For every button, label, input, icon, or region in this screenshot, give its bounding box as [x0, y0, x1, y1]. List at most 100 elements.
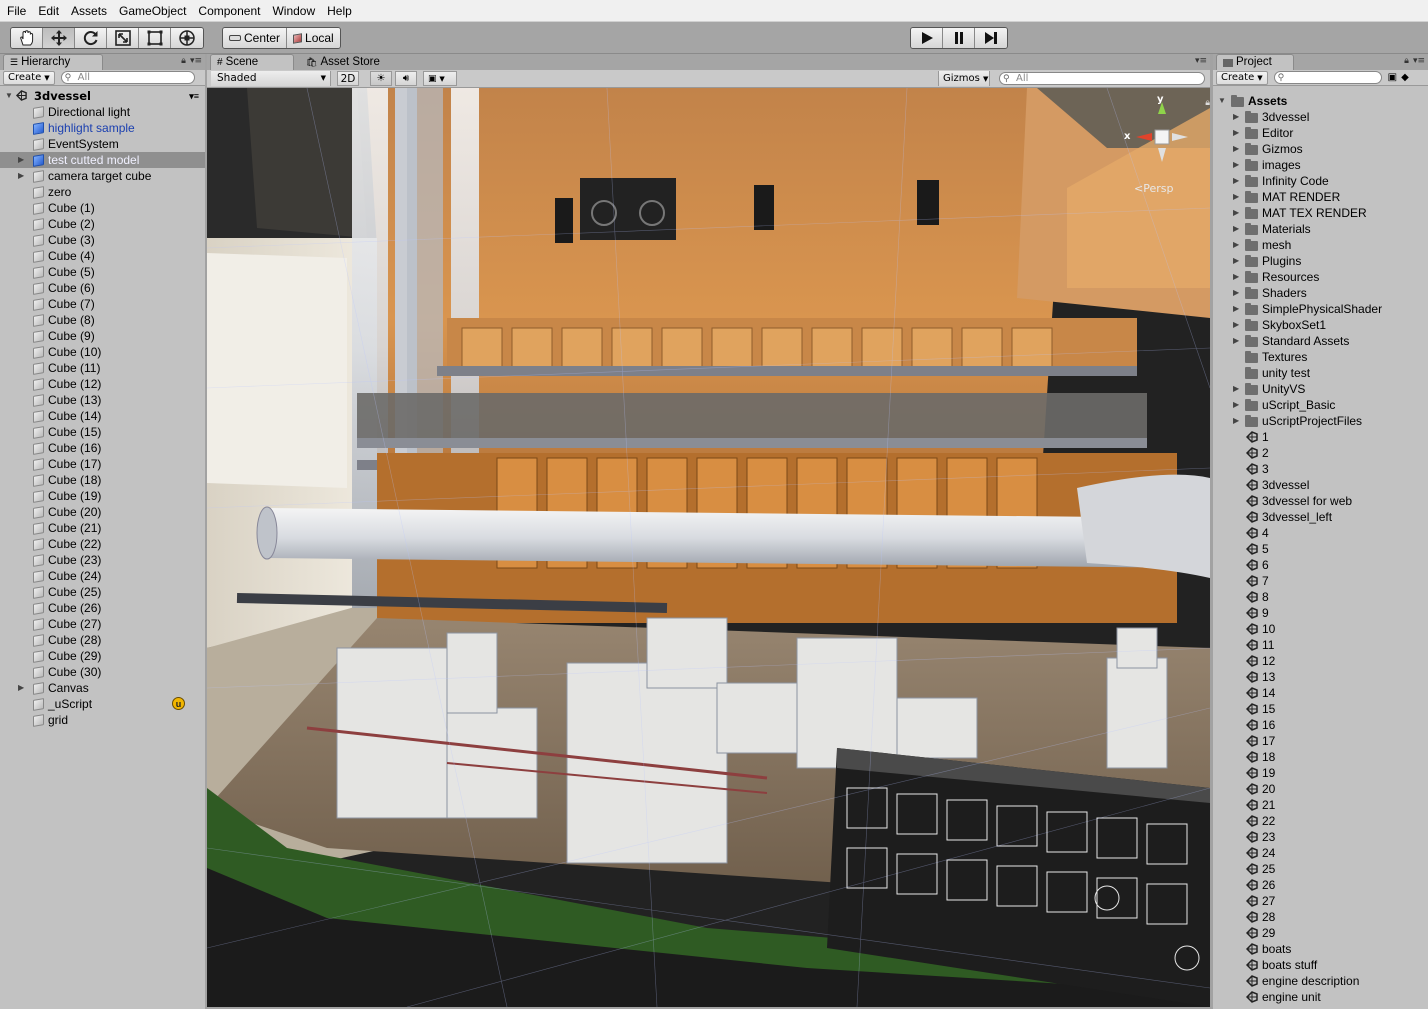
scale-tool-button[interactable] [107, 28, 139, 48]
project-folder[interactable]: ▶ SimplePhysicalShader [1213, 301, 1428, 317]
hierarchy-item[interactable]: Cube (30) [0, 664, 205, 680]
project-folder[interactable]: ▶ mesh [1213, 237, 1428, 253]
hierarchy-item[interactable]: Cube (27) [0, 616, 205, 632]
tab-hierarchy[interactable]: ☰ Hierarchy [3, 54, 103, 70]
filter-label-icon[interactable]: ◆ [1401, 72, 1409, 83]
filter-type-icon[interactable]: ▣ [1388, 72, 1397, 83]
project-folder[interactable]: ▶ MAT TEX RENDER [1213, 205, 1428, 221]
expand-arrow-icon[interactable]: ▶ [1233, 237, 1243, 253]
project-folder[interactable]: ▶ SkyboxSet1 [1213, 317, 1428, 333]
scene-search-input[interactable]: ⚲ All [999, 72, 1205, 85]
expand-arrow-icon[interactable]: ▶ [1233, 253, 1243, 269]
hierarchy-item[interactable]: grid [0, 712, 205, 728]
hierarchy-item[interactable]: Cube (9) [0, 328, 205, 344]
project-scene-asset[interactable]: engine unit [1213, 989, 1428, 1005]
hierarchy-item[interactable]: Cube (5) [0, 264, 205, 280]
project-scene-asset[interactable]: 4 [1213, 525, 1428, 541]
hierarchy-item[interactable]: Cube (6) [0, 280, 205, 296]
project-scene-asset[interactable]: 7 [1213, 573, 1428, 589]
hierarchy-item[interactable]: Cube (16) [0, 440, 205, 456]
project-folder[interactable]: ▶ Plugins [1213, 253, 1428, 269]
project-scene-asset[interactable]: 15 [1213, 701, 1428, 717]
expand-arrow-icon[interactable]: ▶ [1233, 397, 1243, 413]
hierarchy-item[interactable]: Cube (22) [0, 536, 205, 552]
hierarchy-item[interactable]: Cube (14) [0, 408, 205, 424]
rotate-tool-button[interactable] [75, 28, 107, 48]
hand-tool-button[interactable] [11, 28, 43, 48]
project-create-button[interactable]: Create ▼ [1216, 70, 1268, 85]
shading-mode-dropdown[interactable]: Shaded ▼ [211, 71, 331, 86]
hierarchy-item[interactable]: zero [0, 184, 205, 200]
hierarchy-item[interactable]: Cube (1) [0, 200, 205, 216]
gizmos-dropdown[interactable]: Gizmos ▼ [938, 71, 990, 86]
expand-arrow-icon[interactable]: ▶ [1233, 125, 1243, 141]
hierarchy-item[interactable]: Cube (13) [0, 392, 205, 408]
hierarchy-create-button[interactable]: Create ▼ [3, 70, 55, 85]
hierarchy-item[interactable]: Cube (18) [0, 472, 205, 488]
project-scene-asset[interactable]: 3dvessel_left [1213, 509, 1428, 525]
hierarchy-item[interactable]: EventSystem [0, 136, 205, 152]
hierarchy-item[interactable]: Cube (21) [0, 520, 205, 536]
scene-menu-icon[interactable]: ▾≡ [189, 88, 199, 104]
expand-arrow-icon[interactable]: ▶ [1233, 189, 1243, 205]
hierarchy-item[interactable]: Cube (8) [0, 312, 205, 328]
toggle-2d-button[interactable]: 2D [337, 71, 359, 86]
panel-menu-icon[interactable]: ▾≡ [1413, 56, 1425, 66]
project-folder[interactable]: ▶ Resources [1213, 269, 1428, 285]
project-scene-asset[interactable]: 27 [1213, 893, 1428, 909]
project-folder[interactable]: ▶ Editor [1213, 125, 1428, 141]
projection-label[interactable]: <Persp [1134, 182, 1173, 195]
expand-arrow-icon[interactable]: ▼ [5, 88, 15, 104]
project-folder[interactable]: ▶ Infinity Code [1213, 173, 1428, 189]
menu-edit[interactable]: Edit [32, 0, 65, 22]
pivot-local-button[interactable]: Local [287, 28, 340, 48]
hierarchy-item[interactable]: Cube (20) [0, 504, 205, 520]
expand-arrow-icon[interactable]: ▶ [1233, 269, 1243, 285]
lock-icon[interactable]: 🔒︎ [181, 56, 186, 66]
expand-arrow-icon[interactable]: ▶ [1233, 109, 1243, 125]
hierarchy-item[interactable]: ▶ test cutted model [0, 152, 205, 168]
scene-orientation-gizmo[interactable]: y x 🔒︎ <Persp [1122, 94, 1210, 196]
lock-icon[interactable]: 🔒︎ [1404, 56, 1409, 66]
project-scene-asset[interactable]: 14 [1213, 685, 1428, 701]
hierarchy-search-input[interactable]: ⚲ All [60, 71, 195, 84]
project-scene-asset[interactable]: 18 [1213, 749, 1428, 765]
project-scene-asset[interactable]: boats stuff [1213, 957, 1428, 973]
project-scene-asset[interactable]: boats [1213, 941, 1428, 957]
project-scene-asset[interactable]: 23 [1213, 829, 1428, 845]
project-scene-asset[interactable]: 20 [1213, 781, 1428, 797]
hierarchy-item[interactable]: Cube (2) [0, 216, 205, 232]
menu-component[interactable]: Component [192, 0, 266, 22]
project-scene-asset[interactable]: 22 [1213, 813, 1428, 829]
expand-arrow-icon[interactable]: ▶ [18, 152, 28, 168]
project-scene-asset[interactable]: engine description [1213, 973, 1428, 989]
audio-toggle[interactable]: 🔊︎ [395, 71, 417, 86]
expand-arrow-icon[interactable]: ▶ [18, 680, 28, 696]
expand-arrow-icon[interactable]: ▶ [1233, 157, 1243, 173]
project-scene-asset[interactable]: 28 [1213, 909, 1428, 925]
menu-window[interactable]: Window [266, 0, 321, 22]
pause-button[interactable] [943, 28, 975, 48]
expand-arrow-icon[interactable]: ▶ [1233, 381, 1243, 397]
expand-arrow-icon[interactable]: ▶ [18, 168, 28, 184]
tab-asset-store[interactable]: 🛍︎ Asset Store [299, 54, 399, 70]
hierarchy-item[interactable]: Cube (26) [0, 600, 205, 616]
project-folder[interactable]: ▶ uScript_Basic [1213, 397, 1428, 413]
hierarchy-item[interactable]: Cube (19) [0, 488, 205, 504]
tab-scene[interactable]: # Scene [210, 54, 294, 70]
project-scene-asset[interactable]: 3dvessel for web [1213, 493, 1428, 509]
hierarchy-item[interactable]: Cube (29) [0, 648, 205, 664]
project-scene-asset[interactable]: 6 [1213, 557, 1428, 573]
hierarchy-item[interactable]: _uScript u [0, 696, 205, 712]
project-scene-asset[interactable]: 9 [1213, 605, 1428, 621]
hierarchy-item[interactable]: Cube (24) [0, 568, 205, 584]
hierarchy-item[interactable]: Cube (17) [0, 456, 205, 472]
expand-arrow-icon[interactable]: ▶ [1233, 301, 1243, 317]
panel-menu-icon[interactable]: ▾≡ [190, 56, 202, 66]
hierarchy-item[interactable]: ▶ Canvas [0, 680, 205, 696]
hierarchy-item[interactable]: Cube (11) [0, 360, 205, 376]
project-folder[interactable]: ▶ images [1213, 157, 1428, 173]
hierarchy-item[interactable]: highlight sample [0, 120, 205, 136]
project-folder[interactable]: ▶ 3dvessel [1213, 109, 1428, 125]
effects-dropdown[interactable]: ▣ ▼ [423, 71, 457, 86]
